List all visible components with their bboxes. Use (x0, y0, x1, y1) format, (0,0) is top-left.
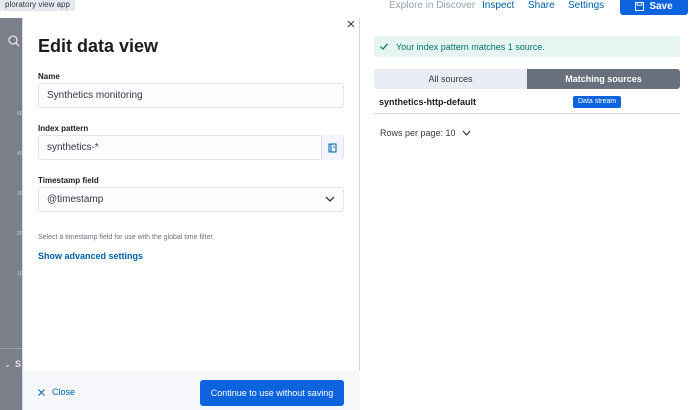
index-pattern-field[interactable]: synthetics-* (38, 135, 344, 160)
inspect-link[interactable]: Inspect (482, 0, 514, 12)
top-nav-bar: ploratory view app Explore in Discover I… (0, 0, 690, 18)
flyout-title: Edit data view (38, 36, 159, 56)
match-callout-text: Your index pattern matches 1 source. (396, 41, 545, 52)
table-row: synthetics-http-default Data stream (374, 94, 680, 114)
rows-per-page-label: Rows per page: 10 (380, 128, 456, 138)
book-icon (328, 143, 337, 152)
rows-per-page-button[interactable]: Rows per page: 10 (380, 128, 471, 138)
chevron-down-icon (462, 130, 470, 136)
section-label: S (15, 359, 22, 369)
share-link[interactable]: Share (528, 0, 555, 12)
tab-matching-sources[interactable]: Matching sources (527, 69, 680, 89)
match-callout: Your index pattern matches 1 source. (374, 36, 680, 57)
form-pane: Edit data view Name Synthetics monitorin… (23, 18, 360, 410)
index-pattern-label: Index pattern (38, 124, 89, 133)
source-name: synthetics-http-default (379, 97, 477, 107)
continue-without-saving-button[interactable]: Continue to use without saving (200, 380, 344, 406)
timestamp-select[interactable]: @timestamp (38, 187, 344, 212)
index-pattern-help-button[interactable] (321, 135, 343, 160)
chevron-down-icon: ⌄ (4, 360, 11, 369)
source-tabs: All sources Matching sources (374, 69, 680, 89)
edit-data-view-flyout: Edit data view Name Synthetics monitorin… (22, 18, 690, 410)
close-icon[interactable] (347, 20, 355, 28)
explore-in-discover-link[interactable]: Explore in Discover (389, 0, 475, 12)
save-button-label: Save (649, 0, 673, 12)
settings-link[interactable]: Settings (568, 0, 604, 12)
save-icon (635, 1, 645, 11)
timestamp-help-text: Select a timestamp field for use with th… (38, 234, 215, 241)
app-breadcrumb[interactable]: ploratory view app (0, 0, 75, 11)
index-pattern-value: synthetics-* (47, 142, 99, 153)
close-icon (38, 388, 45, 396)
timestamp-label: Timestamp field (38, 176, 99, 185)
search-icon (8, 35, 20, 47)
data-stream-badge: Data stream (573, 96, 622, 108)
close-button-label: Close (52, 387, 76, 397)
check-icon (380, 43, 388, 50)
save-button[interactable]: Save (620, 0, 688, 15)
tab-all-sources[interactable]: All sources (374, 69, 527, 89)
timestamp-value: @timestamp (47, 194, 104, 205)
close-button[interactable]: Close (38, 387, 75, 397)
show-advanced-settings-link[interactable]: Show advanced settings (38, 251, 143, 261)
name-field[interactable]: Synthetics monitoring (38, 83, 344, 108)
name-label: Name (38, 72, 60, 81)
flyout-footer: Close Continue to use without saving (23, 371, 360, 410)
chevron-down-icon (325, 196, 335, 202)
